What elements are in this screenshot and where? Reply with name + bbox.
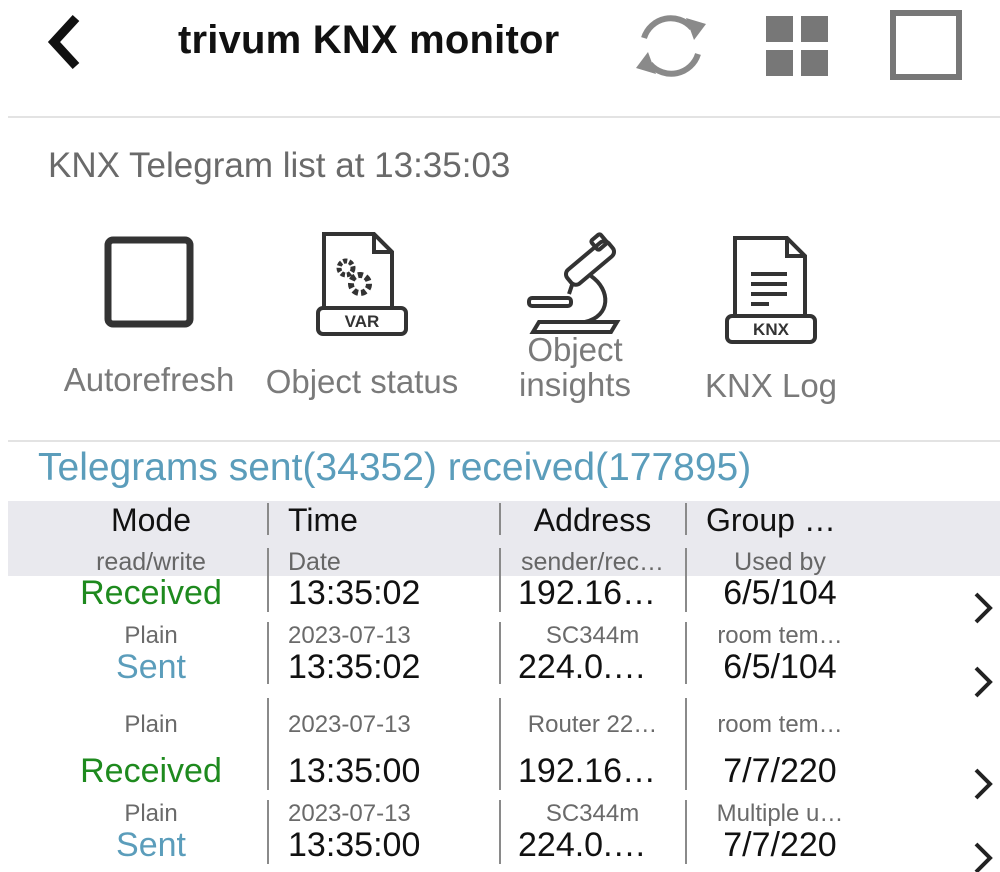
- app-header: trivum KNX monitor: [0, 0, 1000, 116]
- row-time: 13:35:00: [288, 826, 421, 864]
- column-separator: [685, 503, 687, 535]
- back-chevron-icon[interactable]: [42, 12, 92, 72]
- row-time: 13:35:00: [288, 752, 421, 790]
- var-badge: VAR: [345, 312, 380, 331]
- col-subheader-used-by: Used by: [734, 548, 826, 576]
- col-subheader-sender: sender/rec…: [520, 548, 665, 576]
- row-mode: Sent: [116, 826, 186, 864]
- row-mode: Received: [80, 752, 222, 790]
- col-subheader-rw: read/write: [96, 548, 206, 576]
- row-used-by: room tem…: [717, 622, 843, 649]
- knx-log-button[interactable]: KNX KNX Log: [698, 234, 844, 403]
- row-mode: Received: [80, 574, 222, 612]
- app-title: trivum KNX monitor: [178, 18, 560, 62]
- row-mode: Sent: [116, 648, 186, 686]
- knx-file-icon: KNX: [725, 236, 817, 344]
- row-sender: SC344m: [545, 800, 640, 827]
- row-chevron-right-icon[interactable]: [968, 662, 998, 702]
- col-header-address[interactable]: Address: [505, 502, 680, 539]
- column-separator: [499, 698, 501, 790]
- toolbar-divider: [8, 440, 1000, 442]
- row-group: 6/5/104: [723, 574, 837, 612]
- checkbox-square-icon: [104, 236, 194, 328]
- column-separator: [499, 503, 501, 535]
- column-separator: [685, 698, 687, 790]
- telegram-list-title: KNX Telegram list at 13:35:03: [48, 146, 511, 185]
- refresh-icon[interactable]: [630, 8, 712, 84]
- object-status-label: Object status: [265, 363, 459, 400]
- column-separator: [267, 698, 269, 790]
- header-divider: [8, 116, 1000, 118]
- object-insights-label-line1: Object: [527, 331, 623, 368]
- row-chevron-right-icon[interactable]: [968, 588, 998, 628]
- object-status-button[interactable]: VAR Object status: [260, 230, 464, 399]
- row-date: 2023-07-13: [288, 622, 411, 649]
- square-icon[interactable]: [890, 10, 962, 80]
- column-separator: [685, 622, 687, 684]
- object-insights-button[interactable]: Object insights: [500, 232, 650, 402]
- column-separator: [499, 548, 501, 612]
- object-insights-label-line2: insights: [519, 366, 631, 403]
- col-header-time[interactable]: Time: [288, 502, 358, 539]
- row-sender: Router 22…: [527, 711, 658, 738]
- row-rw: Plain: [124, 800, 178, 827]
- col-header-group[interactable]: Group …: [706, 502, 836, 539]
- row-date: 2023-07-13: [288, 800, 411, 827]
- row-sender: SC344m: [545, 622, 640, 649]
- column-separator: [499, 622, 501, 684]
- knx-badge: KNX: [753, 320, 790, 339]
- row-address: 192.16…: [518, 574, 656, 612]
- row-group: 6/5/104: [723, 648, 837, 686]
- knx-log-label: KNX Log: [704, 367, 838, 404]
- row-address: 224.0.…: [518, 648, 647, 686]
- row-group: 7/7/220: [723, 826, 837, 864]
- row-time: 13:35:02: [288, 648, 421, 686]
- row-rw: Plain: [124, 711, 178, 738]
- column-separator: [499, 800, 501, 864]
- row-used-by: Multiple u…: [716, 800, 844, 827]
- row-chevron-right-icon[interactable]: [968, 764, 998, 804]
- telegram-counts: Telegrams sent(34352) received(177895): [38, 446, 752, 489]
- var-file-icon: VAR: [316, 232, 408, 336]
- col-header-mode[interactable]: Mode: [40, 502, 262, 539]
- column-separator: [685, 800, 687, 864]
- column-separator: [267, 503, 269, 535]
- row-date: 2023-07-13: [288, 711, 411, 738]
- column-separator: [685, 548, 687, 612]
- row-rw: Plain: [124, 622, 178, 649]
- autorefresh-label: Autorefresh: [63, 361, 235, 398]
- row-time: 13:35:02: [288, 574, 421, 612]
- row-address: 224.0.…: [518, 826, 647, 864]
- autorefresh-button[interactable]: Autorefresh: [58, 236, 240, 397]
- row-group: 7/7/220: [723, 752, 837, 790]
- microscope-icon: [527, 232, 621, 334]
- row-used-by: room tem…: [717, 711, 843, 738]
- row-address: 192.16…: [518, 752, 656, 790]
- column-separator: [267, 622, 269, 684]
- column-separator: [267, 800, 269, 864]
- row-chevron-right-icon[interactable]: [968, 838, 998, 872]
- column-separator: [267, 548, 269, 612]
- grid-icon[interactable]: [766, 16, 828, 76]
- col-subheader-date: Date: [288, 548, 341, 576]
